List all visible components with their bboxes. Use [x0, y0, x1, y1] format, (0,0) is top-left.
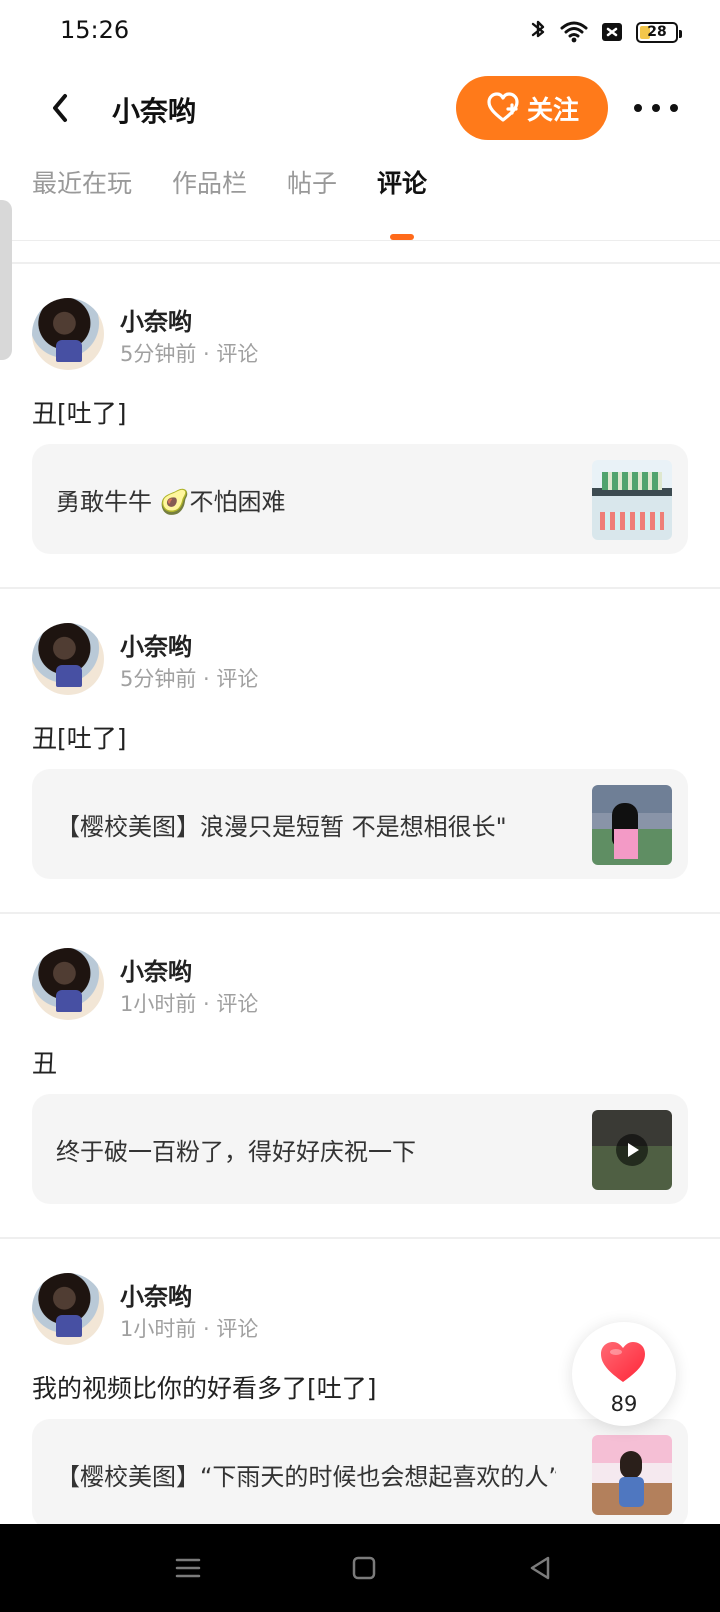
comment-item[interactable]: 小奈哟 5分钟前 · 评论 丑[吐了] 【樱校美图】浪漫只是短暂 不是想相很长"	[0, 589, 720, 914]
more-dot-icon	[634, 104, 642, 112]
like-count: 89	[610, 1392, 638, 1416]
avatar[interactable]	[32, 1273, 104, 1345]
comment-text: 丑[吐了]	[32, 399, 127, 428]
comment-meta: 1小时前 · 评论	[120, 1317, 259, 1341]
play-icon	[616, 1134, 648, 1166]
chevron-left-icon	[53, 94, 67, 122]
profile-header: 小奈哟 关注	[0, 70, 720, 146]
avatar[interactable]	[32, 948, 104, 1020]
status-bar: 15:26 28	[0, 0, 720, 64]
battery-icon: 28	[636, 21, 682, 43]
username[interactable]: 小奈哟	[120, 1277, 192, 1312]
comment-meta: 5分钟前 · 评论	[120, 342, 259, 366]
quoted-post-thumbnail	[592, 1435, 672, 1515]
back-button[interactable]	[42, 90, 78, 126]
avatar[interactable]	[32, 298, 104, 370]
avatar[interactable]	[32, 623, 104, 695]
quoted-post-thumbnail	[592, 785, 672, 865]
quoted-post-card[interactable]: 终于破一百粉了，得好好庆祝一下	[32, 1094, 688, 1204]
comment-text: 我的视频比你的好看多了[吐了]	[32, 1374, 377, 1403]
follow-button[interactable]: 关注	[456, 76, 608, 140]
quoted-post-card[interactable]: 【樱校美图】“下雨天的时候也会想起喜欢的人”	[32, 1419, 688, 1529]
quoted-post-title: 【樱校美图】浪漫只是短暂 不是想相很长"	[56, 813, 507, 841]
username[interactable]: 小奈哟	[120, 302, 192, 337]
tab-comments[interactable]: 评论	[377, 164, 427, 244]
more-dot-icon	[652, 104, 660, 112]
username[interactable]: 小奈哟	[120, 627, 192, 662]
heart-icon	[601, 1342, 645, 1382]
quoted-post-title: 【樱校美图】“下雨天的时候也会想起喜欢的人”	[56, 1463, 556, 1491]
tabs-divider	[0, 240, 720, 241]
comment-meta: 1小时前 · 评论	[120, 992, 259, 1016]
back-triangle-icon[interactable]	[526, 1554, 554, 1582]
status-time: 15:26	[60, 16, 130, 44]
quoted-post-card[interactable]: 【樱校美图】浪漫只是短暂 不是想相很长"	[32, 769, 688, 879]
username[interactable]: 小奈哟	[120, 952, 192, 987]
wifi-icon	[560, 21, 588, 43]
quoted-post-thumbnail	[592, 1110, 672, 1190]
comment-item[interactable]: 小奈哟 1小时前 · 评论 丑 终于破一百粉了，得好好庆祝一下	[0, 914, 720, 1239]
like-button[interactable]: 89	[572, 1322, 676, 1426]
heart-plus-icon	[487, 92, 519, 122]
follow-label: 关注	[526, 95, 579, 126]
profile-tabs: 最近在玩 作品栏 帖子 评论	[32, 164, 427, 244]
comment-item[interactable]: 小奈哟 5分钟前 · 评论 丑[吐了] 勇敢牛牛 🥑不怕困难	[0, 264, 720, 589]
quoted-post-title: 勇敢牛牛 🥑不怕困难	[56, 488, 286, 516]
bluetooth-icon	[531, 20, 545, 38]
system-navigation-bar	[0, 1524, 720, 1612]
comment-text: 丑	[32, 1049, 58, 1078]
tab-recently-played[interactable]: 最近在玩	[32, 164, 132, 244]
comment-text: 丑[吐了]	[32, 724, 127, 753]
tab-works[interactable]: 作品栏	[172, 164, 247, 244]
quoted-post-title: 终于破一百粉了，得好好庆祝一下	[56, 1138, 416, 1166]
page-title: 小奈哟	[112, 95, 197, 128]
sim-off-icon	[602, 23, 622, 41]
tab-label: 作品栏	[172, 169, 248, 198]
screen: 15:26 28 小奈哟 关注 最近在玩 作品栏 帖子 评论 小奈哟 5分钟前 …	[0, 0, 720, 1612]
quoted-post-card[interactable]: 勇敢牛牛 🥑不怕困难	[32, 444, 688, 554]
battery-level: 28	[647, 24, 667, 40]
tab-label: 帖子	[287, 169, 338, 198]
tab-posts[interactable]: 帖子	[287, 164, 337, 244]
status-icons: 28	[528, 18, 682, 46]
comment-meta: 5分钟前 · 评论	[120, 667, 259, 691]
menu-icon[interactable]	[174, 1554, 202, 1582]
more-dot-icon	[670, 104, 678, 112]
tab-label: 最近在玩	[32, 169, 133, 198]
tab-label: 评论	[377, 169, 428, 198]
home-icon[interactable]	[350, 1554, 378, 1582]
quoted-post-thumbnail	[592, 460, 672, 540]
more-options-button[interactable]	[634, 96, 678, 120]
